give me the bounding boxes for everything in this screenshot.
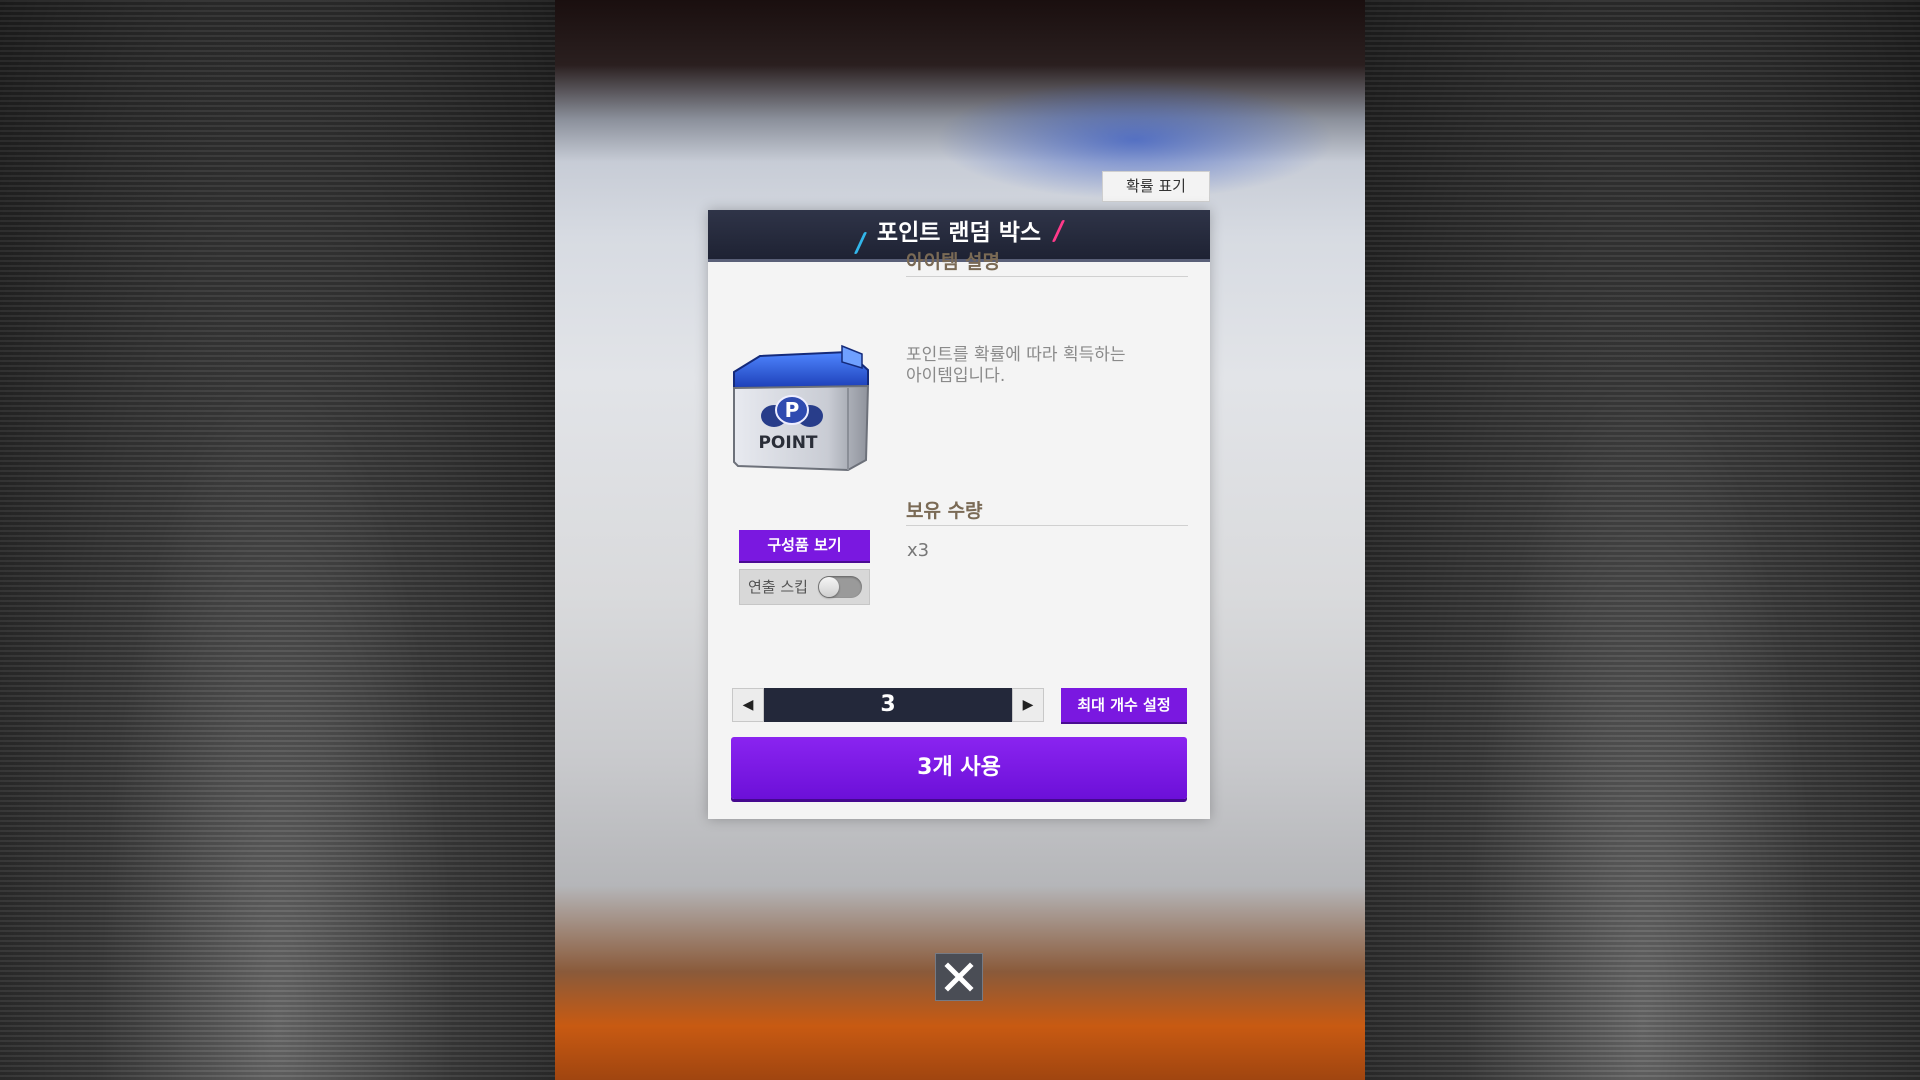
description-line-1: 포인트를 확률에 따라 획득하는: [906, 345, 1126, 365]
close-button[interactable]: [935, 953, 983, 1001]
holdings-value: x3: [907, 540, 930, 561]
item-use-modal: 포인트 랜덤 박스 P POINT 아이템 설명 포인트를 확률에 따라 획득하…: [708, 210, 1210, 819]
triangle-left-icon: ◀: [742, 697, 754, 713]
skip-animation-toggle[interactable]: [818, 576, 862, 598]
skip-animation-row: 연출 스킵: [739, 569, 870, 605]
description-line-2: 아이템입니다.: [906, 366, 1006, 386]
box-label: POINT: [758, 433, 817, 453]
set-max-button[interactable]: 최대 개수 설정: [1061, 688, 1187, 722]
holdings-divider: [906, 525, 1188, 526]
holdings-heading: 보유 수량: [906, 500, 983, 522]
background-left-panel: [0, 0, 555, 1080]
quantity-value[interactable]: 3: [764, 688, 1012, 722]
background-right-panel: [1365, 0, 1920, 1080]
probability-button[interactable]: 확률 표기: [1102, 171, 1210, 202]
description-divider: [906, 276, 1188, 277]
decrease-button[interactable]: ◀: [732, 688, 764, 722]
increase-button[interactable]: ▶: [1012, 688, 1044, 722]
triangle-right-icon: ▶: [1022, 697, 1034, 713]
skip-animation-label: 연출 스킵: [748, 578, 808, 596]
point-box-icon: P POINT: [730, 342, 870, 472]
quantity-stepper: ◀ 3 ▶: [732, 688, 1054, 722]
description-text: 포인트를 확률에 따라 획득하는 아이템입니다.: [906, 345, 1188, 387]
use-items-button[interactable]: 3개 사용: [731, 737, 1187, 799]
description-heading: 아이템 설명: [906, 251, 1001, 273]
view-components-button[interactable]: 구성품 보기: [739, 530, 870, 561]
close-icon: [944, 962, 974, 992]
box-badge-letter: P: [785, 398, 800, 422]
toggle-knob: [819, 577, 839, 597]
